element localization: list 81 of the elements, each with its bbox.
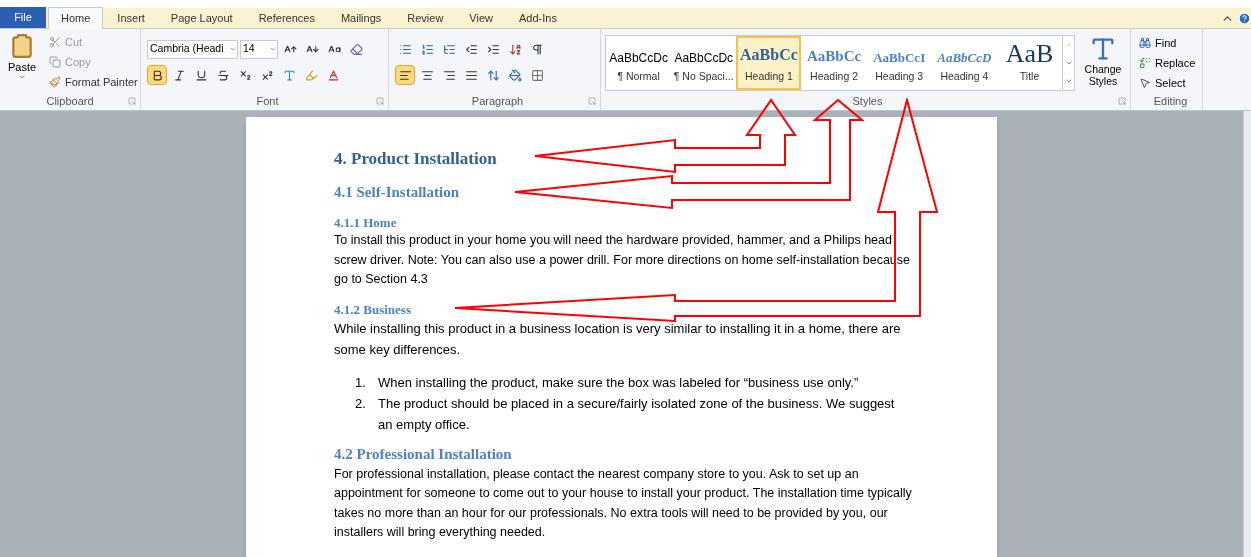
sort-icon [508,42,522,56]
select-button[interactable]: Select [1139,73,1202,93]
bold-button[interactable] [147,65,167,85]
clear-formatting-icon [349,42,363,56]
style-item[interactable]: AaB Title [996,36,1063,90]
heading-text: 4.2 Professional Installation [334,444,513,463]
group-label: Clipboard [46,93,94,109]
caret-icon [269,45,277,53]
ribbon-tab[interactable]: View [457,8,505,28]
list-item-text: When installing the product, make sure the box was labeled for “business use only.” [378,373,860,392]
ribbon-tab[interactable]: Add-Ins [507,8,569,28]
replace-icon [1139,57,1151,69]
paste-button[interactable]: Paste [3,33,41,91]
scroll-down-icon [1064,59,1073,67]
ribbon-tab[interactable]: Home [48,7,104,29]
style-item[interactable]: AaBbCcDc ¶ Normal [606,36,672,90]
file-tab[interactable]: File [0,7,46,28]
align-left-icon [398,68,412,82]
replace-button[interactable]: Replace [1139,53,1202,73]
body-paragraph: While installing this product in a business location is very similar to installing it in a home, there are some key differences. [334,319,902,359]
decrease-indent-icon [464,42,478,56]
gallery-scrollbar[interactable] [1062,36,1074,90]
align-left-button[interactable] [395,65,415,85]
clipboard-icon [9,33,35,59]
heading-text: 4.1.2 Business [334,301,412,318]
heading-text: 4.1 Self-Installation [334,183,460,201]
font-size-dropdown[interactable]: 14 [240,39,278,59]
format-painter-button[interactable]: Format Painter [49,73,138,91]
multilevel-list-icon [442,42,456,56]
scroll-up-icon [1064,41,1073,49]
strikethrough-icon [216,68,230,82]
group-label: Font [256,93,279,109]
font-name-dropdown[interactable]: Cambria (Headi [147,39,238,59]
group-label: Editing [1153,93,1188,109]
binoculars-icon [1139,37,1151,49]
list-number: 2. [354,394,367,413]
copy-icon [49,56,61,68]
ribbon-tab[interactable]: References [246,8,327,28]
text-effects-icon [282,68,296,82]
line-spacing-icon [486,68,500,82]
ribbon-tab[interactable]: Mailings [328,8,394,28]
borders-icon [530,68,544,82]
caret-icon [18,73,26,81]
body-paragraph: For professional installation, please contact the nearest company store to you. Ask to set up an appointment for someone to come out to your house to install your product. The installation time typically takes no more than an hour for our professionals. No extra tools will need to be provided by you, our installers will bring everything needed. [334,465,913,541]
align-right-icon [442,68,456,82]
underline-icon [194,68,208,82]
scissors-icon [49,36,61,48]
change-styles-button[interactable]: Change Styles [1081,35,1125,87]
caret-icon [229,45,237,53]
show-formatting-icon [530,42,544,56]
ribbon-tab[interactable]: Insert [105,8,157,28]
style-item[interactable]: AaBbCcI Heading 3 [866,36,932,90]
find-button[interactable]: Find [1139,33,1202,53]
list-item-text: The product should be placed in a secure/fairly isolated zone of the business. We suggest an empty office. [378,394,896,434]
increase-indent-icon [486,42,500,56]
paintbrush-icon [49,76,61,88]
style-item[interactable]: AaBbCc Heading 2 [801,36,867,90]
ribbon-tab[interactable]: Review [395,8,456,28]
heading-text: 4. Product Installation [334,149,498,169]
style-item[interactable]: AaBbCcDc ¶ No Spaci... [671,36,737,90]
align-center-icon [420,68,434,82]
list-number: 1. [354,373,367,392]
style-item[interactable]: AaBbCcD Heading 4 [931,36,997,90]
ribbon-tab[interactable]: Page Layout [158,8,245,28]
subscript-icon [238,68,252,82]
italic-icon [172,68,186,82]
group-label: Paragraph [471,93,524,109]
numbering-icon [420,42,434,56]
shading-icon [508,68,522,82]
pointer-icon [1139,77,1151,89]
vertical-scrollbar[interactable] [1243,111,1251,557]
heading-text: 4.1.1 Home [334,215,398,231]
highlight-icon [304,68,318,82]
more-icon [1064,77,1073,85]
style-item[interactable]: AaBbCc Heading 1 [736,36,802,90]
help-icon[interactable] [1238,11,1251,25]
justify-icon [464,68,478,82]
font-color-icon [326,68,340,82]
group-label: Styles [852,93,883,109]
superscript-icon [260,68,274,82]
bullets-icon [398,42,412,56]
